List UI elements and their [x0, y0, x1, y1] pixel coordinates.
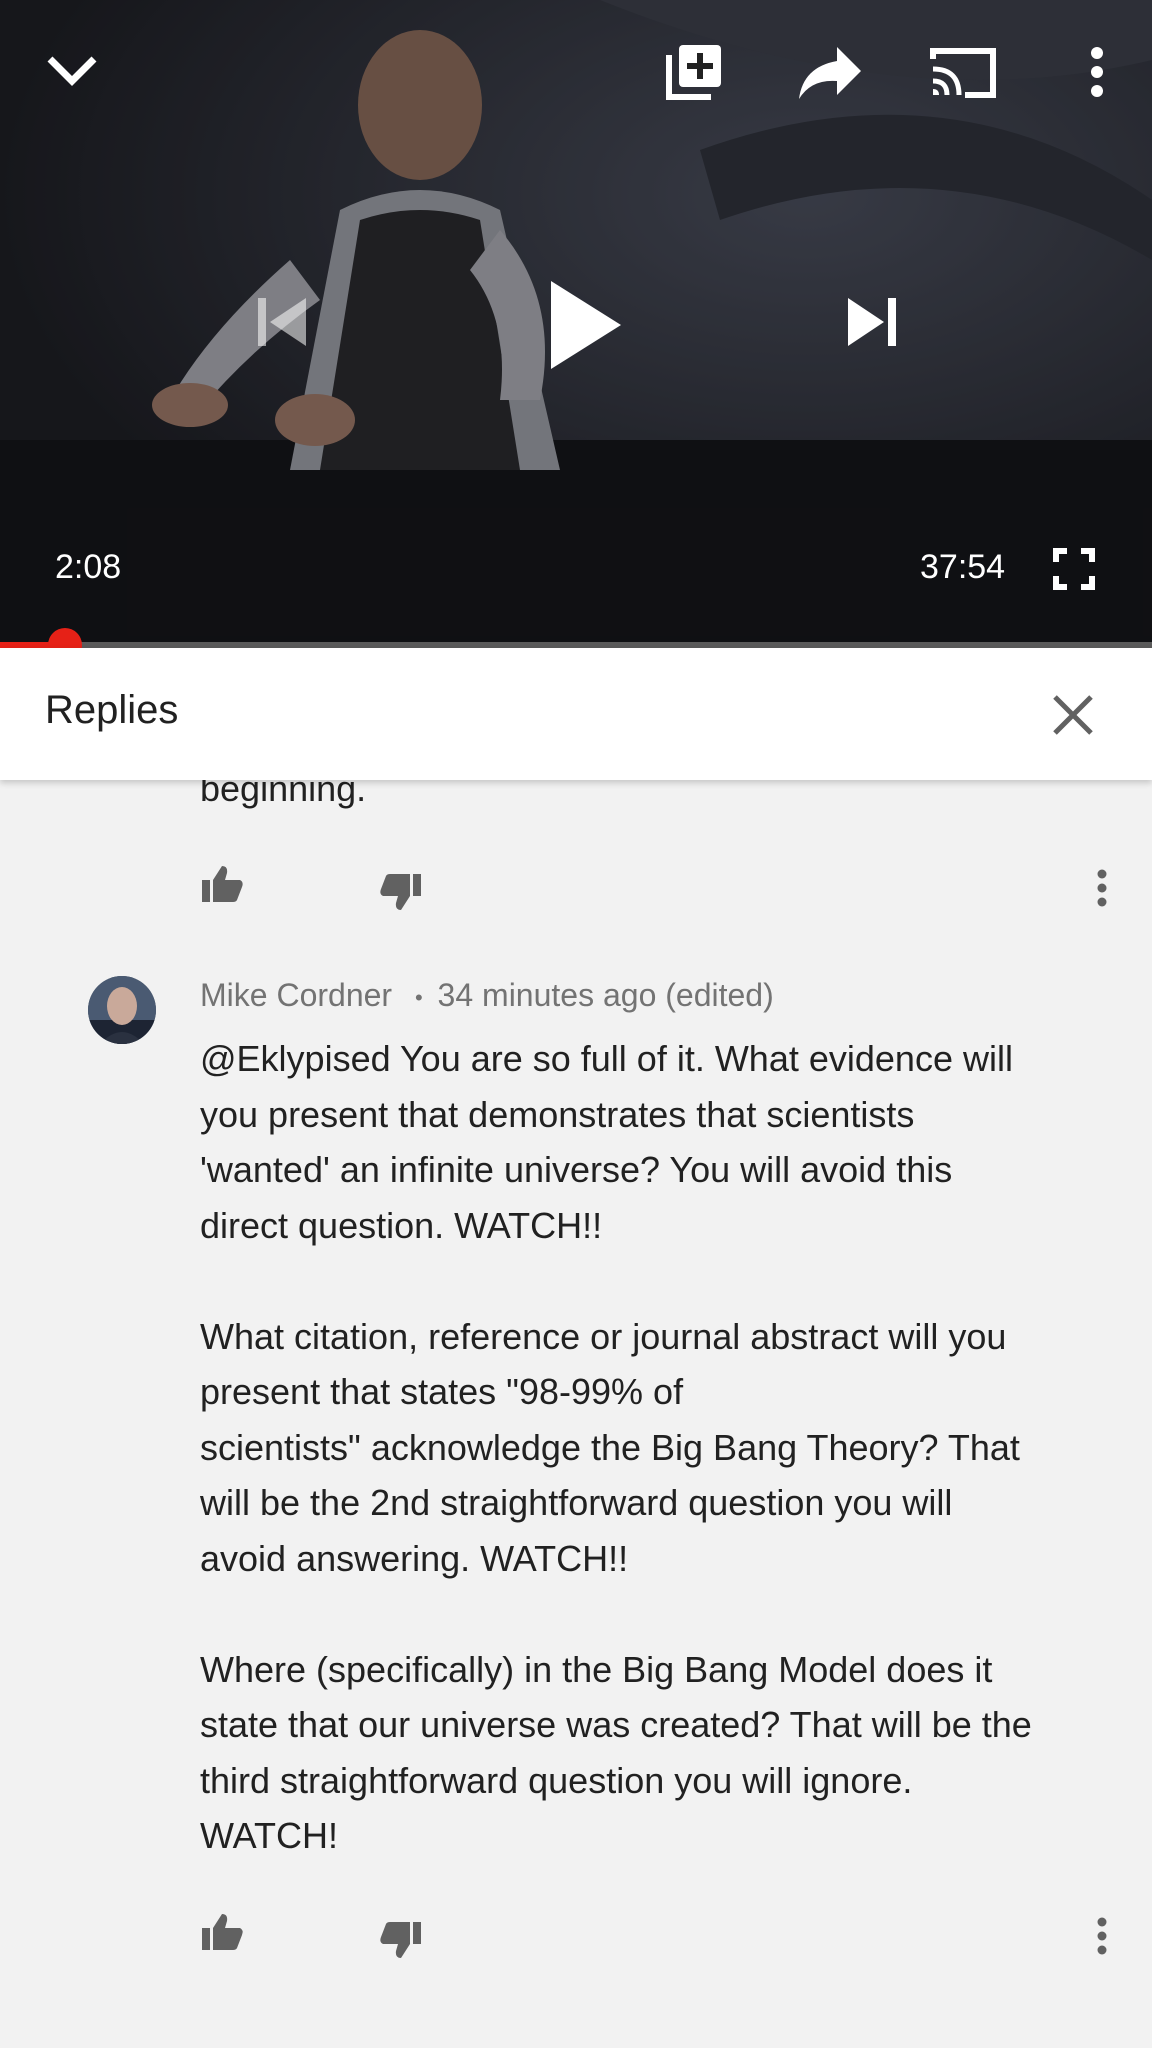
- avatar[interactable]: [88, 976, 156, 1044]
- skip-previous-icon[interactable]: [250, 290, 314, 354]
- comment-text: beginning.: [200, 780, 367, 809]
- duration: 37:54: [920, 548, 1006, 586]
- meta-separator: •: [414, 984, 423, 1010]
- thumbs-down-icon[interactable]: [377, 1916, 425, 1964]
- comment-timestamp: 34 minutes ago (edited): [437, 977, 774, 1013]
- more-vert-icon[interactable]: [1090, 866, 1114, 910]
- comment-actions: [0, 860, 1152, 920]
- cast-icon[interactable]: [925, 38, 1001, 108]
- thumbs-down-icon[interactable]: [377, 868, 425, 916]
- replies-list[interactable]: beginning. Mike Cordner • 34 minutes ago…: [0, 780, 1152, 2048]
- add-to-playlist-icon[interactable]: [660, 36, 730, 106]
- player-top-bar: [0, 0, 1152, 140]
- skip-next-icon[interactable]: [840, 290, 904, 354]
- video-player[interactable]: 2:08 37:54: [0, 0, 1152, 648]
- chevron-down-icon[interactable]: [40, 40, 104, 104]
- thumbs-up-icon[interactable]: [198, 1908, 246, 1956]
- comment-meta: Mike Cordner • 34 minutes ago (edited): [200, 977, 774, 1014]
- fullscreen-icon[interactable]: [1050, 545, 1098, 593]
- replies-header: Replies: [0, 648, 1152, 780]
- current-time: 2:08: [55, 548, 122, 586]
- more-vert-icon[interactable]: [1090, 1914, 1114, 1958]
- thumbs-up-icon[interactable]: [198, 860, 246, 908]
- comment-text: @Eklypised You are so full of it. What e…: [200, 1038, 1032, 1856]
- share-icon[interactable]: [795, 38, 865, 108]
- comment-actions: [0, 1908, 1152, 1968]
- comment-author[interactable]: Mike Cordner: [200, 977, 392, 1013]
- play-icon[interactable]: [540, 275, 630, 375]
- close-icon[interactable]: [1048, 690, 1098, 740]
- replies-title: Replies: [45, 688, 179, 732]
- more-vert-icon[interactable]: [1075, 40, 1119, 104]
